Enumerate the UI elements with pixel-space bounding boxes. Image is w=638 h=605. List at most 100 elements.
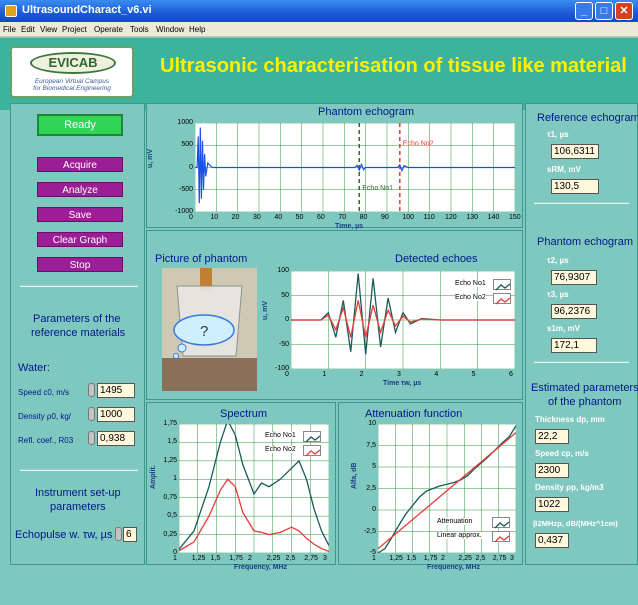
y-tick-label: 0,25 [163,530,177,538]
bubble-dot [173,353,179,359]
y-axis-label: Alfa, dB [351,462,358,489]
echopulse-label: Echopulse w. τw, µs [15,529,113,541]
x-tick-label: 3 [323,555,327,562]
legend-swatch [494,535,510,543]
x-tick-label: 0 [189,214,193,221]
density-rhop-field: 1022 [535,497,569,512]
y-tick-label: 10 [368,420,376,427]
y-tick-label: 50 [281,291,289,299]
refl-coef-stepper[interactable] [88,431,95,445]
divider [534,361,629,363]
speed-c0-field[interactable]: 1495 [97,383,135,398]
x-tick-label: 140 [487,214,500,221]
spectrum-title: Spectrum [220,408,268,420]
close-icon[interactable]: ✕ [615,2,633,20]
menu-operate[interactable]: Operate [94,25,123,34]
y-tick-label: -2,5 [363,527,376,535]
tau2-label: τ2, µs [547,256,569,265]
legend-swatch [305,435,321,443]
menu-edit[interactable]: Edit [21,25,35,34]
y-tick-label: 2,5 [366,484,376,492]
legend-swatch [494,521,510,529]
save-button[interactable]: Save [37,207,123,222]
tau1-field: 106,6311 [551,144,599,159]
density-rho0-field[interactable]: 1000 [97,407,135,422]
y-tick-label: 0,75 [163,493,177,501]
x-tick-label: 10 [210,214,219,221]
x-tick-label: 1 [322,371,327,378]
stop-button[interactable]: Stop [37,257,123,272]
menu-tools[interactable]: Tools [130,25,149,34]
x-tick-label: 2,25 [266,555,281,562]
maximize-icon[interactable]: □ [595,2,613,20]
legend-label: Linear approx. [437,532,482,539]
x-tick-label: 2 [248,555,252,562]
refl-coef-field[interactable]: 0,938 [97,431,135,446]
density-rho0-label: Density ρ0, kg/ [18,412,72,421]
thickness-label: Thickness dp, mm [535,415,605,424]
attenuation-title: Attenuation function [365,408,463,420]
legend-label: Attenuation [437,518,473,525]
phantom-echogram-title: Phantom echogram [537,236,633,248]
instrument-title-1: Instrument set-up [35,487,121,499]
bubble-dot [177,343,187,353]
s1m-field: 172,1 [551,338,597,353]
x-axis-label: Frequency, MHz [427,564,481,571]
x-tick-label: 20 [231,214,240,221]
clear-graph-button[interactable]: Clear Graph [37,232,123,247]
x-tick-label: 40 [274,214,283,221]
acquire-button[interactable]: Acquire [37,157,123,172]
divider [20,469,138,471]
y-tick-label: 0,5 [167,512,177,520]
legend-swatch [495,297,511,305]
echogram-graph[interactable]: Echo No1 Echo No2 [194,122,516,213]
echopulse-field[interactable]: 6 [123,527,137,542]
x-tick-label: 1,5 [406,555,417,562]
y-tick-label: -500 [178,185,193,193]
bubble-question: ? [200,323,208,340]
legend-symbol [492,517,510,529]
x-tick-label: 1,25 [191,555,206,562]
reference-title-2: reference materials [31,327,126,339]
y-axis-label: u, mV [262,300,269,320]
menu-project[interactable]: Project [62,25,87,34]
x-tick-label: 90 [381,214,389,221]
density-rho0-stepper[interactable] [88,407,95,421]
menu-file[interactable]: File [3,25,16,34]
analyze-button[interactable]: Analyze [37,182,123,197]
speed-cp-label: Speed cp, m/s [535,449,589,458]
beta-field: 0,437 [535,533,569,548]
instrument-title-2: parameters [50,501,106,513]
series-line [195,127,515,204]
speed-c0-stepper[interactable] [88,383,95,397]
legend-label: Echo No1 [455,280,486,287]
divider [20,285,138,287]
divider [534,202,629,204]
echoes-title: Detected echoes [395,253,478,265]
menu-window[interactable]: Window [156,25,184,34]
window-title: UltrasoundCharact_v6.vi [22,4,152,16]
y-tick-label: 500 [181,141,193,149]
minimize-icon[interactable]: _ [575,2,593,20]
x-tick-label: 80 [359,214,368,221]
legend-swatch-line [305,449,321,457]
y-tick-label: -5 [369,549,376,556]
legend-label: Echo No1 [265,432,296,439]
thickness-field: 22,2 [535,429,569,444]
tau3-label: τ3, µs [547,290,569,299]
menu-help[interactable]: Help [189,25,205,34]
s1m-label: s1m, mV [547,324,580,333]
x-tick-label: 120 [445,214,457,221]
logo-subtitle-1: European Virtual Campus [34,78,110,85]
x-axis-label: Frequency, MHz [234,564,288,571]
y-axis-label: u, mV [147,148,154,168]
y-tick-label: 100 [277,267,289,274]
echopulse-stepper[interactable] [115,527,122,541]
x-tick-label: 50 [295,214,304,221]
y-tick-label: -1000 [175,208,193,215]
window-titlebar: UltrasoundCharact_v6.vi _ □ ✕ [0,0,638,22]
menu-view[interactable]: View [40,25,57,34]
x-tick-label: 2,75 [304,555,318,562]
legend-swatch-line [495,283,511,291]
evicab-logo: EVICAB European Virtual Campus for Biomed… [10,46,134,98]
